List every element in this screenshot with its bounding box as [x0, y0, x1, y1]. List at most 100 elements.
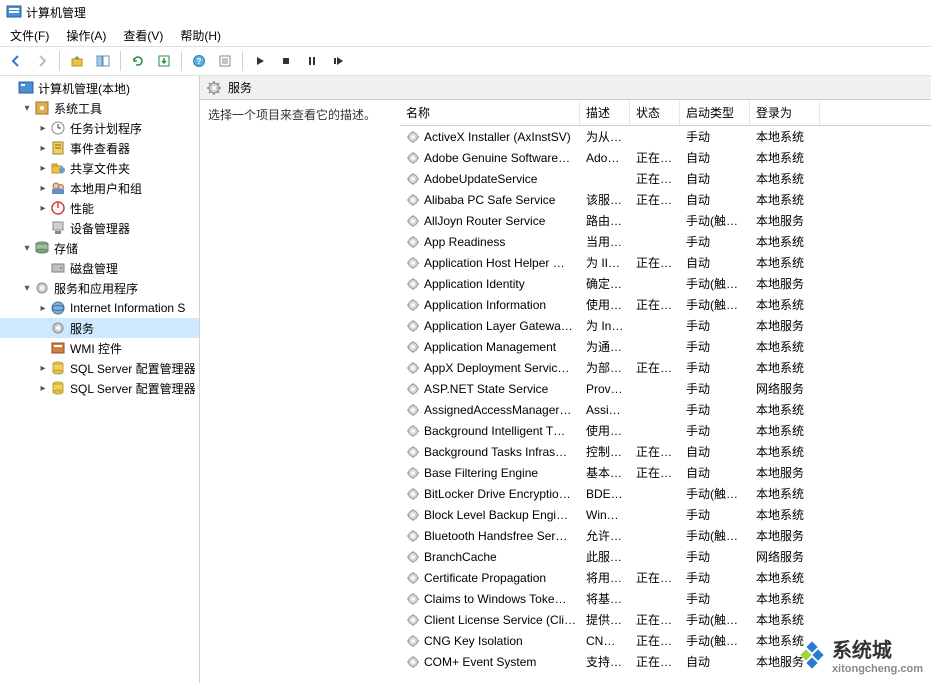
service-row[interactable]: Alibaba PC Safe Service该服…正在…自动本地系统 [400, 189, 931, 210]
service-row[interactable]: Background Intelligent T…使用…手动本地系统 [400, 420, 931, 441]
service-row[interactable]: ASP.NET State ServiceProv…手动网络服务 [400, 378, 931, 399]
expander-icon[interactable]: ▸ [36, 201, 50, 215]
service-row[interactable]: Application Layer Gatewa…为 In…手动本地服务 [400, 315, 931, 336]
service-row[interactable]: Application Management为通…手动本地系统 [400, 336, 931, 357]
expander-icon[interactable] [4, 81, 18, 95]
menu-help[interactable]: 帮助(H) [172, 25, 229, 46]
service-row[interactable]: Base Filtering Engine基本…正在…自动本地服务 [400, 462, 931, 483]
expander-icon[interactable]: ▾ [20, 281, 34, 295]
service-row[interactable]: Background Tasks Infras…控制…正在…自动本地系统 [400, 441, 931, 462]
tree-item[interactable]: ▸SQL Server 配置管理器 [0, 358, 199, 378]
column-logon[interactable]: 登录为 [750, 100, 820, 125]
service-desc: Assi… [580, 403, 630, 417]
separator [181, 51, 182, 71]
restart-button[interactable] [326, 49, 350, 73]
service-icon [406, 613, 420, 627]
expander-icon[interactable]: ▸ [36, 381, 50, 395]
expander-icon[interactable] [36, 341, 50, 355]
tree-item[interactable]: ▾服务和应用程序 [0, 278, 199, 298]
service-row[interactable]: AssignedAccessManager…Assi…手动本地系统 [400, 399, 931, 420]
service-name: BranchCache [400, 550, 580, 564]
pause-button[interactable] [300, 49, 324, 73]
expander-icon[interactable]: ▾ [20, 241, 34, 255]
tree-label: 服务 [70, 320, 94, 337]
expander-icon[interactable]: ▸ [36, 361, 50, 375]
column-status[interactable]: 状态 [630, 100, 680, 125]
tree-view[interactable]: 计算机管理(本地)▾系统工具▸任务计划程序▸事件查看器▸共享文件夹▸本地用户和组… [0, 76, 200, 683]
tree-item[interactable]: 磁盘管理 [0, 258, 199, 278]
back-button[interactable] [4, 49, 28, 73]
column-desc[interactable]: 描述 [580, 100, 630, 125]
tree-item[interactable]: ▸Internet Information S [0, 298, 199, 318]
expander-icon[interactable]: ▸ [36, 181, 50, 195]
service-row[interactable]: Bluetooth Handsfree Ser…允许…手动(触发…本地服务 [400, 525, 931, 546]
expander-icon[interactable]: ▾ [20, 101, 34, 115]
service-logon: 本地服务 [750, 464, 820, 481]
service-row[interactable]: App Readiness当用…手动本地系统 [400, 231, 931, 252]
service-row[interactable]: Application Information使用…正在…手动(触发…本地系统 [400, 294, 931, 315]
refresh-button[interactable] [126, 49, 150, 73]
service-desc: 为通… [580, 338, 630, 355]
service-row[interactable]: Claims to Windows Toke…将基…手动本地系统 [400, 588, 931, 609]
menu-view[interactable]: 查看(V) [115, 25, 171, 46]
tree-item[interactable]: ▸共享文件夹 [0, 158, 199, 178]
tree-item[interactable]: ▾系统工具 [0, 98, 199, 118]
service-name: App Readiness [400, 235, 580, 249]
service-start: 手动 [680, 569, 750, 586]
service-desc: 控制… [580, 443, 630, 460]
tree-item[interactable]: ▾存储 [0, 238, 199, 258]
service-logon: 本地系统 [750, 485, 820, 502]
export-button[interactable] [152, 49, 176, 73]
service-row[interactable]: Application Host Helper …为 II…正在…自动本地系统 [400, 252, 931, 273]
service-start: 自动 [680, 191, 750, 208]
service-row[interactable]: AppX Deployment Servic…为部…正在…手动本地系统 [400, 357, 931, 378]
column-name[interactable]: 名称 [400, 100, 580, 125]
column-start[interactable]: 启动类型 [680, 100, 750, 125]
service-row[interactable]: Block Level Backup Engi…Win…手动本地系统 [400, 504, 931, 525]
expander-icon[interactable] [36, 321, 50, 335]
up-button[interactable] [65, 49, 89, 73]
tree-item[interactable]: ▸事件查看器 [0, 138, 199, 158]
expander-icon[interactable]: ▸ [36, 141, 50, 155]
service-row[interactable]: AdobeUpdateService正在…自动本地系统 [400, 168, 931, 189]
expander-icon[interactable]: ▸ [36, 121, 50, 135]
expander-icon[interactable] [36, 221, 50, 235]
service-name: Background Tasks Infras… [400, 445, 580, 459]
service-row[interactable]: Client License Service (Cli…提供…正在…手动(触发…… [400, 609, 931, 630]
services-list[interactable]: 名称 描述 状态 启动类型 登录为 ActiveX Installer (AxI… [400, 100, 931, 683]
tree-item[interactable]: 设备管理器 [0, 218, 199, 238]
tree-item[interactable]: 服务 [0, 318, 199, 338]
service-row[interactable]: AllJoyn Router Service路由…手动(触发…本地服务 [400, 210, 931, 231]
expander-icon[interactable]: ▸ [36, 161, 50, 175]
service-icon [406, 592, 420, 606]
tree-label: SQL Server 配置管理器 [70, 380, 196, 397]
help-button[interactable]: ? [187, 49, 211, 73]
start-button[interactable] [248, 49, 272, 73]
stop-button[interactable] [274, 49, 298, 73]
expander-icon[interactable]: ▸ [36, 301, 50, 315]
service-row[interactable]: Certificate Propagation将用…正在…手动本地系统 [400, 567, 931, 588]
menu-file[interactable]: 文件(F) [2, 25, 57, 46]
tree-item[interactable]: WMI 控件 [0, 338, 199, 358]
tree-item[interactable]: ▸本地用户和组 [0, 178, 199, 198]
forward-button[interactable] [30, 49, 54, 73]
tree-item[interactable]: ▸任务计划程序 [0, 118, 199, 138]
service-name: Application Information [400, 298, 580, 312]
tree-item[interactable]: 计算机管理(本地) [0, 78, 199, 98]
service-row[interactable]: BitLocker Drive Encryptio…BDE…手动(触发…本地系统 [400, 483, 931, 504]
menu-action[interactable]: 操作(A) [58, 25, 114, 46]
service-row[interactable]: Application Identity确定…手动(触发…本地服务 [400, 273, 931, 294]
service-row[interactable]: BranchCache此服…手动网络服务 [400, 546, 931, 567]
show-hide-tree-button[interactable] [91, 49, 115, 73]
tree-item[interactable]: ▸性能 [0, 198, 199, 218]
service-row[interactable]: Adobe Genuine Software…Ado…正在…自动本地系统 [400, 147, 931, 168]
menubar: 文件(F) 操作(A) 查看(V) 帮助(H) [0, 24, 931, 46]
tree-item[interactable]: ▸ SQL Server 配置管理器 [0, 378, 199, 398]
properties-button[interactable] [213, 49, 237, 73]
service-desc: 允许… [580, 527, 630, 544]
service-name: Application Host Helper … [400, 256, 580, 270]
service-row[interactable]: ActiveX Installer (AxInstSV)为从 …手动本地系统 [400, 126, 931, 147]
service-logon: 本地系统 [750, 401, 820, 418]
service-name: Block Level Backup Engi… [400, 508, 580, 522]
expander-icon[interactable] [36, 261, 50, 275]
